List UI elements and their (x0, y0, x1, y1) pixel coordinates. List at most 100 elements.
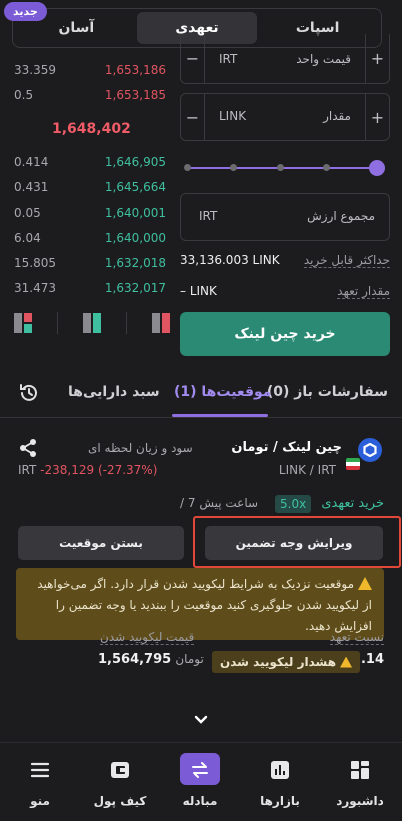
slider-stop (323, 164, 330, 171)
nav-label: کیف پول (93, 794, 147, 808)
position-age: / 7 ساعت پیش (180, 496, 259, 510)
amount-unit: LINK (219, 109, 247, 123)
orderbook-price: 1,632,017 (104, 281, 166, 295)
active-tab-indicator (172, 414, 268, 417)
slider-stop (230, 164, 237, 171)
highlight-box (193, 516, 401, 568)
amount-increase-button[interactable]: + (365, 94, 389, 140)
tab-portfolio[interactable]: سبد دارایی‌ها (68, 384, 160, 400)
orderbook-amount: 0.5 (14, 88, 34, 102)
slider-stop (277, 164, 284, 171)
slider-stop (184, 164, 191, 171)
pnl-row: IRT -238,129 (-27.37%) (18, 463, 157, 477)
orderbook-price: 1,653,186 (104, 63, 166, 77)
nav-exchange[interactable]: مبادله (160, 743, 240, 821)
chainlink-logo-icon (358, 438, 382, 462)
nav-label: منو (30, 794, 50, 808)
wallet-icon (109, 759, 131, 781)
orderbook-buy-row[interactable]: 15.805 1,632,018 (14, 256, 170, 276)
total-value-field[interactable]: IRT مجموع ارزش (180, 193, 390, 241)
orderbook-buy-row[interactable]: 0.431 1,645,664 (14, 180, 170, 200)
position-pair-symbol: LINK / IRT (278, 463, 336, 477)
max-buy-value: 33,136.003 LINK (180, 253, 280, 267)
orderbook-price: 1,632,018 (104, 256, 166, 270)
orderbook-view-toggles (14, 312, 170, 334)
orderbook-sell-view-icon[interactable] (152, 313, 170, 333)
orderbook-price: 1,653,185 (104, 88, 166, 102)
close-position-button[interactable]: بستن موقعیت (18, 526, 184, 560)
iran-flag-icon (346, 458, 360, 470)
max-buy-label[interactable]: حداکثر قابل خرید (303, 253, 390, 268)
orderbook-price: 1,646,905 (104, 155, 166, 169)
tab-open-orders[interactable]: سفارشات باز (0) (267, 384, 388, 400)
bottom-navigation: داشبورد بازارها مبادله کیف پول منو (0, 742, 402, 821)
amount-label: مقدار (323, 109, 351, 123)
liquidation-price-row: تومان 1,564,795 (98, 652, 204, 667)
liquidation-warning-badge: هشدار لیکویید شدن (212, 651, 361, 673)
total-unit: IRT (199, 209, 218, 223)
amount-decrease-button[interactable]: − (181, 94, 205, 140)
slider-thumb[interactable] (369, 160, 385, 176)
nav-menu[interactable]: منو (0, 743, 80, 821)
orderbook-buy-row[interactable]: 0.05 1,640,001 (14, 206, 170, 226)
warning-line-2: از لیکویید شدن جلوگیری کنید موقعیت را بب… (55, 598, 372, 612)
orderbook-sell-row[interactable]: 33.359 1,653,186 (14, 63, 170, 83)
liquidation-price-unit: تومان (175, 652, 204, 666)
chevron-down-icon[interactable] (193, 712, 209, 726)
exchange-icon (189, 759, 211, 781)
orderbook-amount: 33.359 (14, 63, 56, 77)
nav-dashboard[interactable]: داشبورد (320, 743, 400, 821)
position-tabs: سفارشات باز (0) موقعیت‌ها (1) سبد دارایی… (0, 370, 402, 418)
position-pair-name[interactable]: چین لینک / تومان (231, 440, 342, 455)
price-decrease-button[interactable]: − (181, 34, 205, 83)
unit-price-field[interactable]: − IRT قیمت واحد + (180, 34, 390, 84)
total-label: مجموع ارزش (307, 209, 375, 223)
orderbook-buy-view-icon[interactable] (83, 313, 101, 333)
menu-icon (29, 759, 51, 781)
liquidation-warning-text: هشدار لیکویید شدن (220, 655, 337, 669)
warning-line-1: موقعیت نزدیک به شرایط لیکویید شدن قرار د… (37, 577, 354, 591)
orderbook-both-view-icon[interactable] (14, 313, 32, 333)
pnl-value: -238,129 (-27.37%) (40, 463, 158, 477)
history-icon[interactable] (18, 382, 40, 404)
liquidation-price-value: 1,564,795 (98, 652, 172, 667)
nav-wallet[interactable]: کیف پول (80, 743, 160, 821)
nav-label: بازارها (260, 794, 300, 808)
margin-amount-label[interactable]: مقدار تعهد (337, 284, 390, 299)
share-icon[interactable] (18, 438, 38, 458)
pnl-unit: IRT (18, 463, 37, 477)
orderbook-amount: 0.05 (14, 206, 41, 220)
orderbook-price: 1,645,664 (104, 180, 166, 194)
margin-amount-value: – LINK (180, 284, 217, 298)
unit-price-label: قیمت واحد (296, 52, 351, 66)
margin-ratio-label[interactable]: نسبت تعهد (329, 630, 384, 645)
markets-icon (269, 759, 291, 781)
warning-line-3: افزایش دهید. (305, 619, 372, 633)
pnl-label: سود و زیان لحظه ای (88, 441, 193, 455)
dashboard-icon (349, 759, 371, 781)
orderbook-amount: 6.04 (14, 231, 41, 245)
position-type: خرید تعهدی (321, 496, 384, 511)
tab-positions[interactable]: موقعیت‌ها (1) (174, 384, 271, 400)
new-badge: جدید (4, 2, 47, 21)
buy-chainlink-button[interactable]: خرید چین لینک (180, 312, 390, 356)
orderbook-amount: 0.414 (14, 155, 49, 169)
orderbook-amount: 31.473 (14, 281, 56, 295)
warning-icon (340, 656, 353, 668)
last-price[interactable]: 1,648,402 (52, 121, 131, 137)
nav-label: داشبورد (336, 794, 384, 808)
amount-field[interactable]: − LINK مقدار + (180, 93, 390, 141)
orderbook-price: 1,640,001 (104, 206, 166, 220)
orderbook-sell-row[interactable]: 0.5 1,653,185 (14, 88, 170, 108)
orderbook-price: 1,640,000 (104, 231, 166, 245)
orderbook-amount: 15.805 (14, 256, 56, 270)
unit-price-unit: IRT (219, 52, 238, 66)
warning-icon (358, 577, 372, 590)
liquidation-price-label[interactable]: قیمت لیکویید شدن (100, 630, 195, 645)
nav-markets[interactable]: بازارها (240, 743, 320, 821)
orderbook-amount: 0.431 (14, 180, 49, 194)
price-increase-button[interactable]: + (365, 34, 389, 83)
orderbook-buy-row[interactable]: 6.04 1,640,000 (14, 231, 170, 251)
orderbook-buy-row[interactable]: 0.414 1,646,905 (14, 155, 170, 175)
orderbook-buy-row[interactable]: 31.473 1,632,017 (14, 281, 170, 301)
